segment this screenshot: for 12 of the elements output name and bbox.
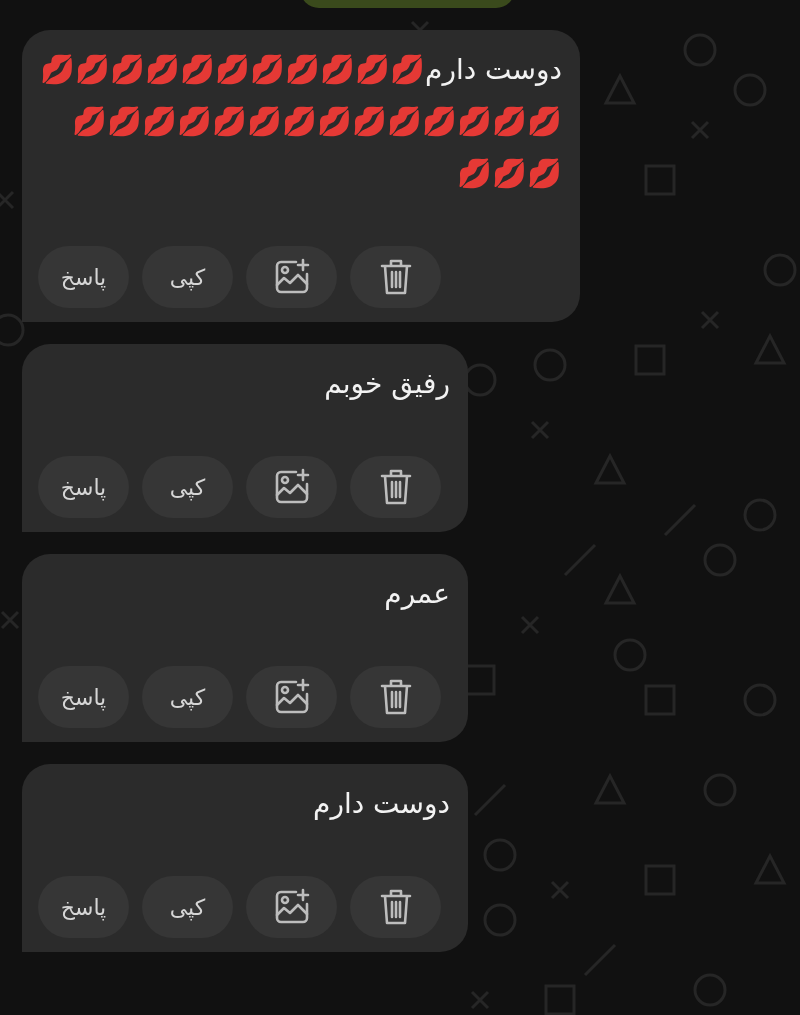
- copy-button[interactable]: کپی: [142, 666, 233, 728]
- message-text: دوست دارم💋💋💋💋💋💋💋💋💋💋💋💋💋💋💋💋💋💋💋💋💋💋💋💋💋💋💋💋: [39, 52, 563, 192]
- message-text: دوست دارم: [312, 786, 451, 822]
- reply-button[interactable]: پاسخ: [38, 666, 129, 728]
- copy-button[interactable]: کپی: [142, 456, 233, 518]
- message-text: رفیق خوبم: [323, 366, 451, 402]
- reply-button[interactable]: پاسخ: [38, 876, 129, 938]
- copy-button[interactable]: کپی: [142, 876, 233, 938]
- reply-button[interactable]: پاسخ: [38, 246, 129, 308]
- message-text: عمرم: [383, 576, 451, 612]
- reply-button[interactable]: پاسخ: [38, 456, 129, 518]
- copy-button[interactable]: کپی: [142, 246, 233, 308]
